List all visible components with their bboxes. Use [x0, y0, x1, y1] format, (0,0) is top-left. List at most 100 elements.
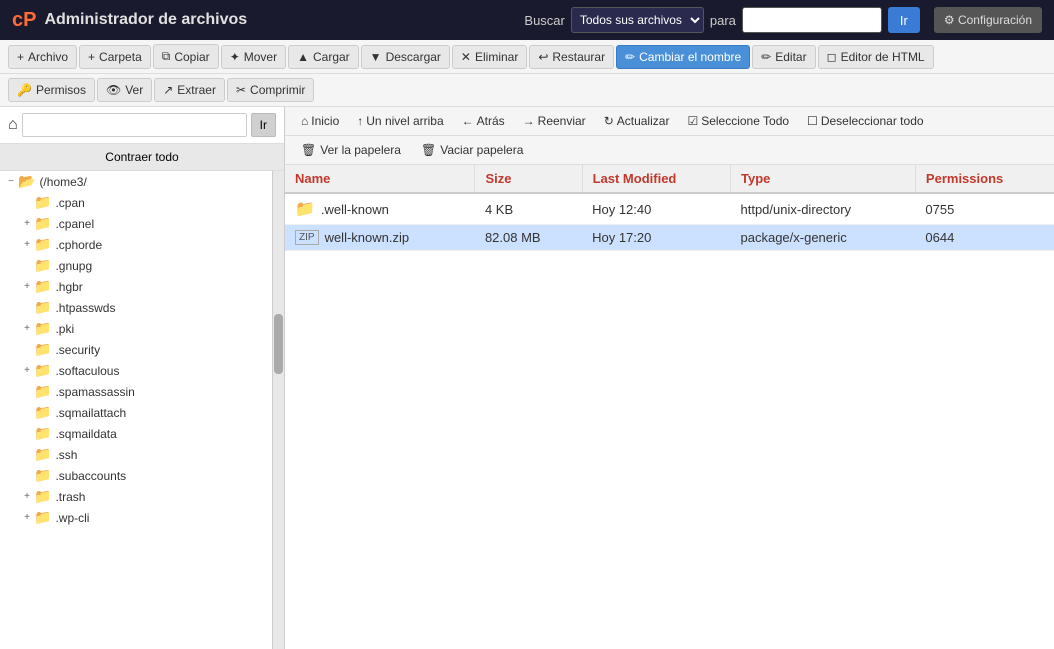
deselect-all-icon: ☐ — [807, 114, 818, 128]
descargar-button[interactable]: ▼ Descargar — [361, 45, 450, 69]
tree-item[interactable]: +📁.hgbr — [0, 276, 272, 297]
search-scope-select[interactable]: Todos sus archivos — [571, 7, 704, 33]
vaciar-papelera-button[interactable]: 🗑 Vaciar papelera — [413, 140, 531, 160]
tree-label: .softaculous — [55, 364, 119, 378]
editar-button[interactable]: ✏ Editar — [752, 45, 815, 69]
tree-item[interactable]: 📁.sqmaildata — [0, 423, 272, 444]
deseleccionar-todo-button[interactable]: ☐ Deseleccionar todo — [799, 111, 932, 131]
tree-item[interactable]: 📁 .spamassassin — [0, 381, 272, 402]
file-size: 82.08 MB — [475, 225, 582, 251]
permisos-button[interactable]: 🔑 Permisos — [8, 78, 95, 102]
un-nivel-arriba-button[interactable]: ↑ Un nivel arriba — [349, 111, 451, 131]
upload-icon: ▲ — [297, 50, 309, 64]
file-size: 4 KB — [475, 193, 582, 225]
folder-icon: 📁 — [34, 446, 51, 463]
ver-button[interactable]: 👁 Ver — [97, 78, 152, 102]
col-permissions[interactable]: Permissions — [915, 165, 1054, 193]
actions-bar: 🗑 Ver la papelera 🗑 Vaciar papelera — [285, 136, 1054, 165]
carpeta-button[interactable]: + Carpeta — [79, 45, 151, 69]
file-table-body: 📁 .well-known 4 KB Hoy 12:40 httpd/unix-… — [285, 193, 1054, 251]
navigation-bar: ⌂ Inicio ↑ Un nivel arriba ← Atrás → Ree… — [285, 107, 1054, 136]
extraer-button[interactable]: ↗ Extraer — [154, 78, 225, 102]
tree-toggle: + — [20, 218, 34, 229]
folder-icon: 📁 — [34, 425, 51, 442]
col-name[interactable]: Name — [285, 165, 475, 193]
tree-item[interactable]: +📁.cphorde — [0, 234, 272, 255]
seleccione-todo-button[interactable]: ☑ Seleccione Todo — [679, 111, 797, 131]
col-last-modified[interactable]: Last Modified — [582, 165, 730, 193]
eliminar-button[interactable]: ✕ Eliminar — [452, 45, 527, 69]
tree-item[interactable]: +📁.cpanel — [0, 213, 272, 234]
tree-label: .spamassassin — [55, 385, 134, 399]
html-icon: ◻ — [827, 50, 837, 64]
tree-item[interactable]: 📁 .sqmailattach — [0, 402, 272, 423]
search-go-button[interactable]: Ir — [888, 7, 920, 33]
cambiar-nombre-button[interactable]: ✏ Cambiar el nombre — [616, 45, 750, 69]
folder-icon: 📁 — [34, 404, 51, 421]
tree-label: .sqmailattach — [55, 406, 126, 420]
restaurar-button[interactable]: ↩ Restaurar — [529, 45, 614, 69]
tree-label: .cpanel — [55, 217, 94, 231]
up-icon: ↑ — [357, 114, 363, 128]
plus-icon: + — [17, 50, 24, 64]
folder-icon: 📁 — [34, 488, 51, 505]
collapse-all-button[interactable]: Contraer todo — [0, 144, 284, 171]
actualizar-button[interactable]: ↻ Actualizar — [596, 111, 678, 131]
search-input[interactable] — [742, 7, 882, 33]
folder-icon: 📁 — [34, 299, 51, 316]
folder-icon: 📁 — [34, 383, 51, 400]
comprimir-button[interactable]: ✂ Comprimir — [227, 78, 314, 102]
file-modified: Hoy 17:20 — [582, 225, 730, 251]
tree-item[interactable]: +📁.trash — [0, 486, 272, 507]
tree-item[interactable]: +📁 .softaculous — [0, 360, 272, 381]
editor-html-button[interactable]: ◻ Editor de HTML — [818, 45, 934, 69]
key-icon: 🔑 — [17, 83, 32, 97]
config-button[interactable]: ⚙ Configuración — [934, 7, 1042, 33]
tree-item[interactable]: 📁.subaccounts — [0, 465, 272, 486]
tree-label: .gnupg — [55, 259, 92, 273]
search-label: Buscar — [524, 13, 564, 28]
tree-item[interactable]: 📁.security — [0, 339, 272, 360]
file-table: Name Size Last Modified Type Permissions… — [285, 165, 1054, 251]
cargar-button[interactable]: ▲ Cargar — [288, 45, 359, 69]
tree-item[interactable]: 📁.cpan — [0, 192, 272, 213]
col-type[interactable]: Type — [731, 165, 916, 193]
tree-scrollbar[interactable] — [272, 171, 284, 649]
refresh-icon: ↻ — [604, 114, 614, 128]
path-input[interactable] — [22, 113, 247, 137]
tree-item[interactable]: +📁.pki — [0, 318, 272, 339]
tree-label: .security — [55, 343, 100, 357]
archivo-button[interactable]: + Archivo — [8, 45, 77, 69]
path-go-button[interactable]: Ir — [251, 113, 276, 137]
zip-file-icon: ZIP — [295, 230, 319, 245]
file-name-cell: ZIP well-known.zip — [285, 225, 475, 251]
forward-icon: → — [523, 114, 535, 128]
tree-item[interactable]: −📂(/home3/ — [0, 171, 272, 192]
inicio-nav-button[interactable]: ⌂ Inicio — [293, 111, 347, 131]
table-row[interactable]: ZIP well-known.zip 82.08 MB Hoy 17:20 pa… — [285, 225, 1054, 251]
copiar-button[interactable]: ⧉ Copiar — [153, 44, 219, 69]
tree-item[interactable]: 📁.ssh — [0, 444, 272, 465]
tree-item[interactable]: 📁 .gnupg — [0, 255, 272, 276]
col-size[interactable]: Size — [475, 165, 582, 193]
restore-icon: ↩ — [538, 50, 548, 64]
compress-icon: ✂ — [236, 83, 246, 97]
mover-button[interactable]: ✦ Mover — [221, 45, 286, 69]
tree-toggle: + — [20, 512, 34, 523]
tree-item[interactable]: +📁.wp-cli — [0, 507, 272, 528]
atras-button[interactable]: ← Atrás — [454, 111, 513, 131]
tree-label: .cpan — [55, 196, 84, 210]
download-icon: ▼ — [370, 50, 382, 64]
reenviar-button[interactable]: → Reenviar — [515, 111, 594, 131]
copy-icon: ⧉ — [162, 49, 171, 64]
tree-item[interactable]: 📁.htpasswds — [0, 297, 272, 318]
tree-toggle: + — [20, 281, 34, 292]
folder-icon: 📁 — [34, 257, 51, 274]
tree-toggle: + — [20, 365, 34, 376]
folder-icon: 📁 — [34, 362, 51, 379]
ver-papelera-button[interactable]: 🗑 Ver la papelera — [293, 140, 409, 160]
home-nav-icon: ⌂ — [301, 114, 308, 128]
file-table-container: Name Size Last Modified Type Permissions… — [285, 165, 1054, 649]
table-row[interactable]: 📁 .well-known 4 KB Hoy 12:40 httpd/unix-… — [285, 193, 1054, 225]
select-all-icon: ☑ — [687, 114, 698, 128]
